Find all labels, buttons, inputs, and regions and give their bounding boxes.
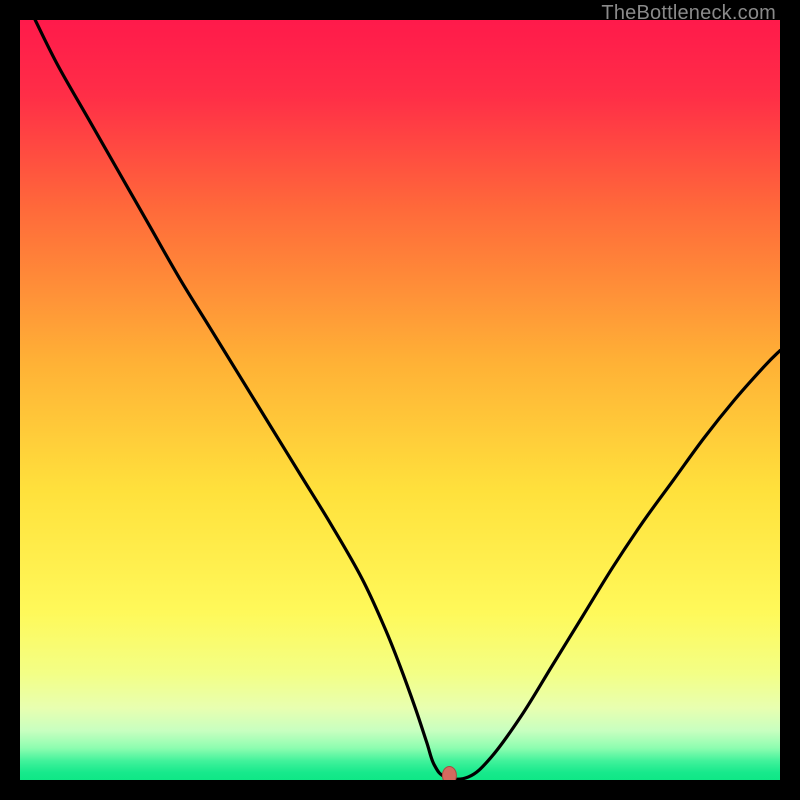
chart-frame: [20, 20, 780, 780]
minimum-marker: [442, 766, 456, 780]
watermark-text: TheBottleneck.com: [601, 2, 776, 25]
bottleneck-plot: [20, 20, 780, 780]
